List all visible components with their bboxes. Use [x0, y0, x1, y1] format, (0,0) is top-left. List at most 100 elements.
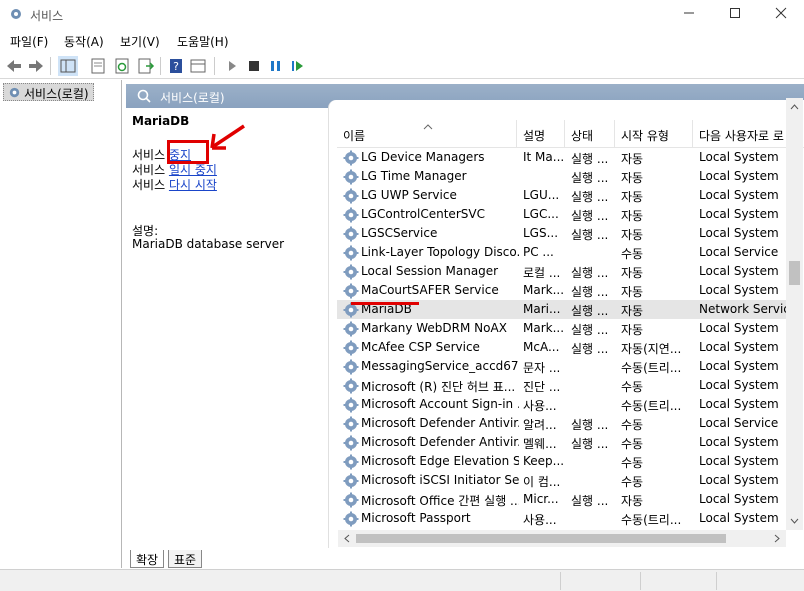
refresh-icon[interactable] — [112, 56, 132, 76]
service-status-cell: 실행 ... — [571, 342, 609, 356]
vertical-scroll-thumb[interactable] — [789, 261, 800, 285]
tab-extended[interactable]: 확장 — [130, 550, 165, 568]
table-row[interactable]: McAfee CSP Service McA... 실행 ... 자동(지연... Lo… — [337, 338, 801, 357]
search-gear-icon — [137, 89, 151, 103]
stop-service-icon[interactable] — [244, 56, 264, 76]
table-row[interactable]: LGControlCenterSVC LGC... 실행 ... 자동 Local Sy… — [337, 205, 801, 224]
column-name-label: 이름 — [343, 129, 366, 143]
table-row[interactable]: MessagingService_accd677 문자 ... 수동(트리... Lo… — [337, 357, 801, 376]
service-desc-cell: LGC... — [523, 207, 559, 221]
action-prefix: 서비스 — [132, 163, 169, 177]
export-list-icon[interactable] — [136, 56, 156, 76]
service-status-cell: 실행 ... — [571, 437, 609, 451]
view-pane-icon[interactable] — [188, 56, 208, 76]
service-name-cell: McAfee CSP Service — [361, 340, 480, 354]
minimize-icon — [684, 12, 694, 14]
service-desc-cell: Mark... — [523, 283, 565, 297]
table-row[interactable]: Link-Layer Topology Disco... PC ... 수동 Loca… — [337, 243, 801, 262]
horizontal-scrollbar[interactable] — [338, 530, 786, 547]
table-row[interactable]: Microsoft Passport 사용... 수동(트리... Local Sys… — [337, 509, 801, 528]
menu-view[interactable]: 보기(V) — [120, 33, 160, 50]
service-desc-cell: McA... — [523, 340, 560, 354]
vertical-scrollbar[interactable] — [786, 98, 803, 530]
menu-help[interactable]: 도움말(H) — [177, 33, 229, 50]
column-description[interactable]: 설명 — [517, 120, 565, 148]
table-row[interactable]: Microsoft Edge Elevation S... Keep... 수동 Lo… — [337, 452, 801, 471]
title-bar: 서비스 — [0, 0, 804, 30]
table-row[interactable]: Microsoft iSCSI Initiator Se... 이 컴... 수동 L… — [337, 471, 801, 490]
column-status[interactable]: 상태 — [565, 120, 615, 148]
service-desc-cell: PC ... — [523, 245, 554, 259]
panel-header-title: 서비스(로컬) — [160, 91, 225, 105]
scroll-left-icon[interactable] — [340, 530, 354, 547]
menu-action[interactable]: 동작(A) — [64, 33, 104, 50]
tree-item-services-local[interactable]: 서비스(로컬) — [3, 83, 94, 101]
service-gear-icon — [343, 188, 359, 204]
service-gear-icon — [343, 150, 359, 166]
pause-service-link[interactable]: 일시 중지 — [169, 163, 217, 177]
service-status-cell: 실행 ... — [571, 285, 609, 299]
menu-file[interactable]: 파일(F) — [10, 33, 48, 50]
console-tree-icon[interactable] — [58, 56, 78, 76]
service-startup-cell: 수동 — [621, 456, 644, 470]
minimize-button[interactable] — [666, 0, 712, 30]
service-name-cell: LGSCService — [361, 226, 438, 240]
table-row[interactable]: Microsoft Defender Antivir... 멜웨... 실행 ...… — [337, 433, 801, 452]
service-startup-cell: 수동 — [621, 380, 644, 394]
service-name-cell: Microsoft Passport — [361, 511, 471, 525]
service-desc-cell: Mark... — [523, 321, 565, 335]
restart-service-link[interactable]: 다시 시작 — [169, 178, 217, 192]
maximize-button[interactable] — [712, 0, 758, 30]
service-gear-icon — [343, 340, 359, 356]
service-startup-cell: 수동(트리... — [621, 361, 682, 375]
pause-service-icon[interactable] — [266, 56, 286, 76]
service-name-cell: Link-Layer Topology Disco... — [361, 245, 519, 259]
table-row[interactable]: Microsoft Office 간편 실행 ... Micr... 실행 ... 자… — [337, 490, 801, 509]
service-name-cell: MaCourtSAFER Service — [361, 283, 499, 297]
service-gear-icon — [343, 435, 359, 451]
service-gear-icon — [343, 416, 359, 432]
help-icon[interactable]: ? — [166, 56, 186, 76]
service-startup-cell: 자동 — [621, 152, 644, 166]
services-gear-icon — [9, 87, 20, 98]
table-row[interactable]: LG UWP Service LGU... 실행 ... 자동 Local System — [337, 186, 801, 205]
table-row[interactable]: LG Device Managers It Ma... 실행 ... 자동 Local … — [337, 148, 801, 167]
close-button[interactable] — [758, 0, 804, 30]
forward-arrow-icon[interactable] — [26, 56, 46, 76]
table-row[interactable]: Markany WebDRM NoAX Mark... 실행 ... 자동 Local … — [337, 319, 801, 338]
back-arrow-icon[interactable] — [4, 56, 24, 76]
service-status-cell: 실행 ... — [571, 228, 609, 242]
start-service-icon[interactable] — [222, 56, 242, 76]
list-column-header: 이름 설명 상태 시작 유형 다음 사용자로 로 — [337, 120, 804, 148]
table-row[interactable]: Microsoft (R) 진단 허브 표... 진단 ... 수동 Local Sy… — [337, 376, 801, 395]
column-startup-type[interactable]: 시작 유형 — [615, 120, 693, 148]
service-startup-cell: 수동(트리... — [621, 399, 682, 413]
scroll-down-icon[interactable] — [786, 514, 803, 528]
service-gear-icon — [343, 492, 359, 508]
column-name[interactable]: 이름 — [337, 120, 517, 148]
service-status-cell: 실행 ... — [571, 494, 609, 508]
service-gear-icon — [343, 226, 359, 242]
table-row[interactable]: LGSCService LGS... 실행 ... 자동 Local System — [337, 224, 801, 243]
maximize-icon — [730, 8, 740, 18]
service-gear-icon — [343, 264, 359, 280]
tab-standard[interactable]: 표준 — [168, 550, 203, 568]
service-name-cell: Microsoft Account Sign-in ... — [361, 397, 519, 411]
table-row[interactable]: Microsoft Account Sign-in ... 사용... 수동(트리.… — [337, 395, 801, 414]
service-gear-icon — [343, 473, 359, 489]
scroll-up-icon[interactable] — [786, 100, 803, 114]
scroll-right-icon[interactable] — [770, 530, 784, 547]
annotation-underline — [351, 302, 419, 305]
service-desc-cell: LGU... — [523, 188, 560, 202]
table-row[interactable]: LG Time Manager 실행 ... 자동 Local System — [337, 167, 801, 186]
properties-icon[interactable] — [88, 56, 108, 76]
service-startup-cell: 자동(지연... — [621, 342, 682, 356]
service-startup-cell: 자동 — [621, 304, 644, 318]
service-gear-icon — [343, 207, 359, 223]
table-row[interactable]: Local Session Manager 로컬 ... 실행 ... 자동 Local… — [337, 262, 801, 281]
table-row[interactable]: MaCourtSAFER Service Mark... 실행 ... 자동 Local… — [337, 281, 801, 300]
horizontal-scroll-thumb[interactable] — [356, 534, 726, 543]
restart-service-icon[interactable] — [288, 56, 308, 76]
table-row[interactable]: Microsoft Defender Antivir... 알려... 실행 ...… — [337, 414, 801, 433]
service-status-cell: 실행 ... — [571, 171, 609, 185]
